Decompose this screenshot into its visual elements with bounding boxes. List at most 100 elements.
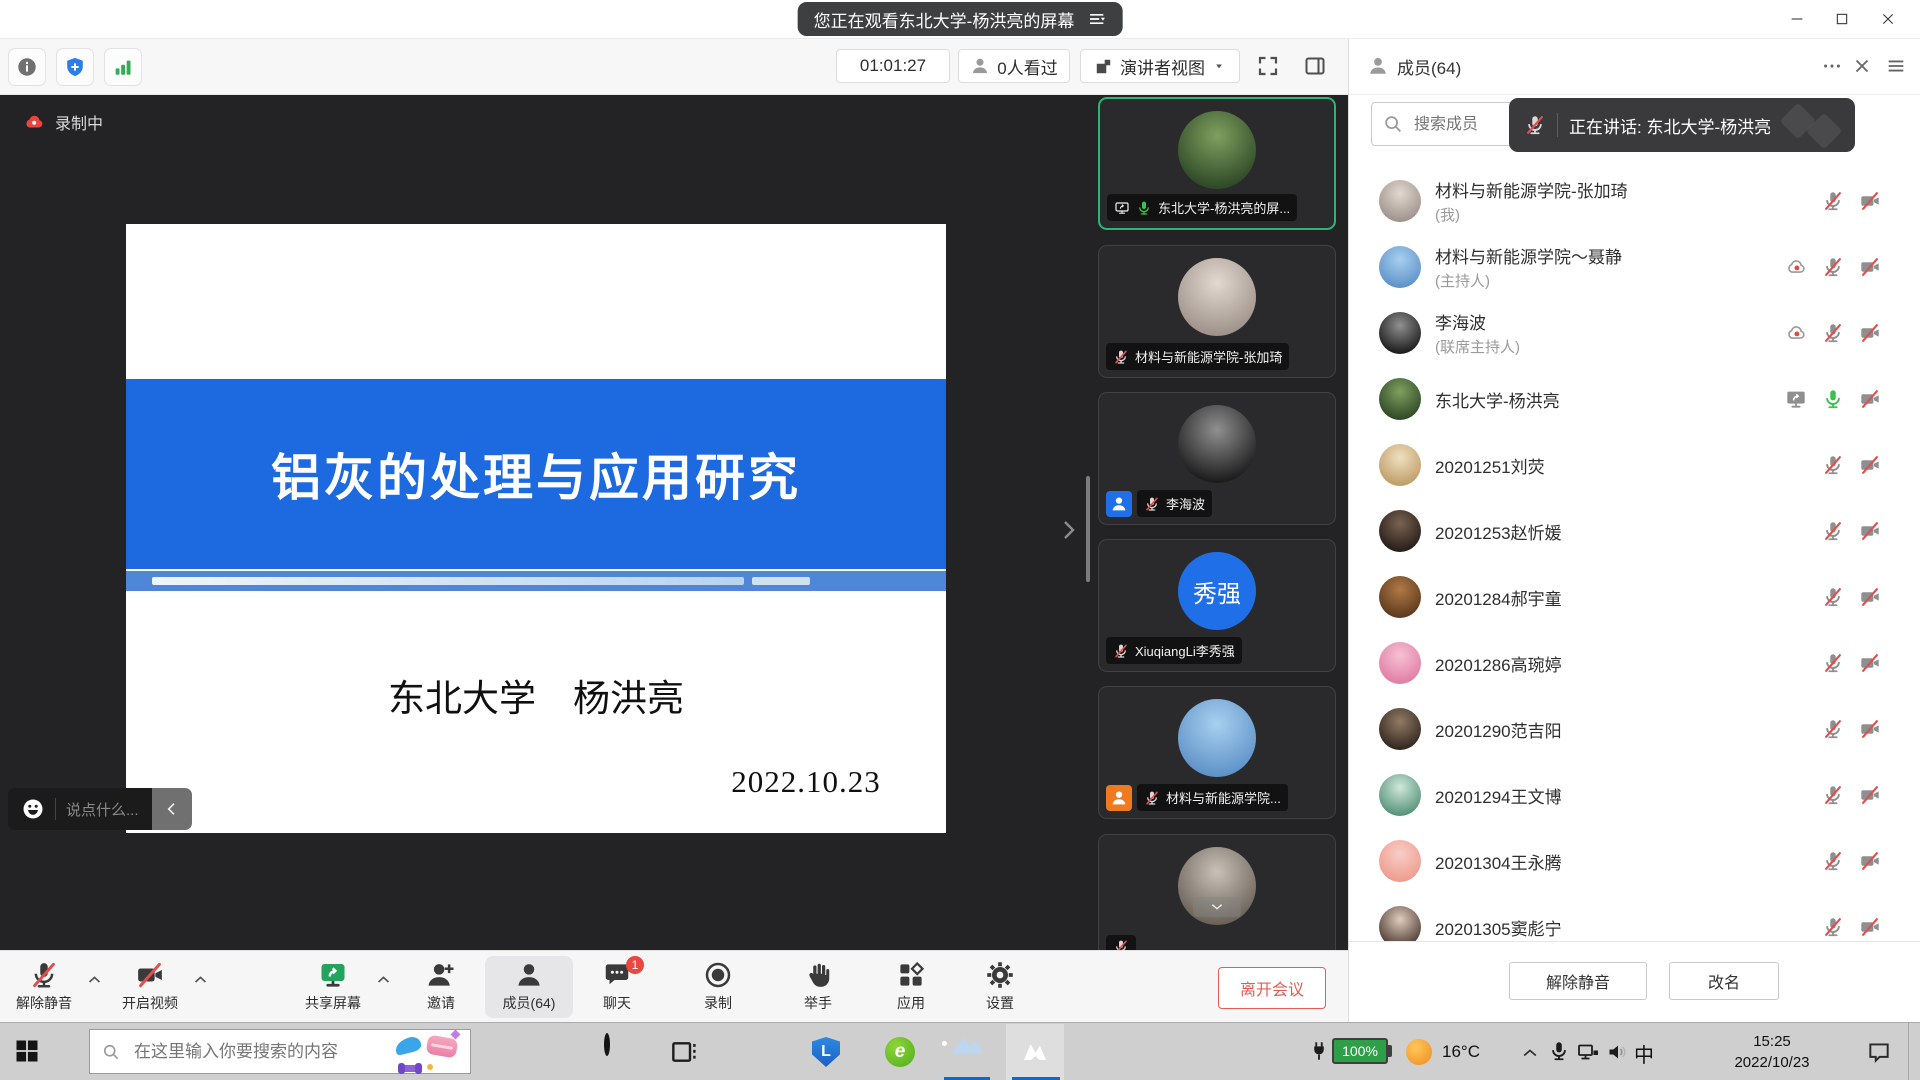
member-row[interactable]: 20201284郝宇童 [1349,564,1920,630]
unmute-button[interactable]: 解除静音 [1509,962,1647,1000]
screen-share-white-icon [1114,200,1130,216]
mic-muted-white-icon [1113,939,1129,950]
lenovo-shield-button[interactable]: L [810,1036,842,1068]
edge-browser-button[interactable] [740,1036,772,1068]
member-row[interactable]: 20201290范吉阳 [1349,696,1920,762]
share-screen-button[interactable]: 共享屏幕 [289,956,377,1018]
member-row[interactable]: 20201251刘荧 [1349,432,1920,498]
member-row[interactable]: 20201304王永腾 [1349,828,1920,894]
close-button[interactable] [1866,0,1910,37]
members-button[interactable]: 成员(64) [485,956,573,1018]
invite-button[interactable]: 邀请 [397,956,485,1018]
maximize-button[interactable] [1820,0,1864,37]
member-row[interactable]: 材料与新能源学院～聂静(主持人) [1349,234,1920,300]
photos-app-button[interactable] [951,1036,983,1068]
taskbar-search-box[interactable] [89,1029,471,1074]
member-status-icons [1822,520,1881,542]
member-status-icons [1822,586,1881,608]
action-center-icon[interactable] [1866,1039,1892,1065]
member-name: 20201290范吉阳 [1435,717,1562,742]
leave-meeting-button[interactable]: 离开会议 [1218,967,1326,1009]
raise-hand-button[interactable]: 举手 [774,956,862,1018]
emoji-icon[interactable] [21,797,45,821]
meeting-app-button[interactable] [1019,1036,1051,1068]
avatar [1379,906,1421,941]
member-row[interactable]: 材料与新能源学院-张加琦(我) [1349,168,1920,234]
mic-muted-icon [1822,256,1844,278]
task-view-button[interactable] [668,1036,700,1068]
chat-button[interactable]: 聊天1 [573,956,661,1018]
temperature-label[interactable]: 16°C [1442,1042,1480,1062]
chat-collapse-button[interactable] [152,788,192,830]
video-thumbnail[interactable]: 东北大学-杨洪亮的屏... [1098,97,1336,230]
member-row[interactable]: 李海波(联席主持人) [1349,300,1920,366]
members-icon [1367,55,1389,77]
member-name: 20201251刘荧 [1435,453,1545,478]
video-thumbnail[interactable] [1098,834,1336,950]
members-menu-icon[interactable] [1885,55,1907,77]
video-thumbnail[interactable]: 材料与新能源学院-张加琦 [1098,245,1336,378]
show-desktop-button[interactable] [1908,1023,1909,1080]
chevron-up-icon[interactable] [375,971,392,988]
member-name: 20201284郝宇童 [1435,585,1562,610]
minimize-button[interactable] [1775,0,1819,37]
browser-360-button[interactable]: e [884,1036,916,1068]
clock[interactable]: 15:25 2022/10/23 [1712,1031,1832,1073]
battery-indicator[interactable]: 100% [1308,1038,1392,1064]
members-close-icon[interactable] [1851,55,1873,77]
record-icon [703,960,733,990]
thumbnails-collapse-arrow[interactable] [1056,510,1080,550]
unmute-button[interactable]: 解除静音 [0,956,88,1018]
member-row[interactable]: 20201305窦彪宁 [1349,894,1920,941]
member-name: 20201253赵忻媛 [1435,519,1562,544]
apps-button[interactable]: 应用 [867,956,955,1018]
banner-menu-icon[interactable] [1086,9,1106,29]
meeting-info-button[interactable] [8,48,46,86]
member-name: 20201304王永腾 [1435,849,1562,874]
settings-button[interactable]: 设置 [956,956,1044,1018]
member-row[interactable]: 东北大学-杨洪亮 [1349,366,1920,432]
fullscreen-button[interactable] [1251,51,1285,81]
video-thumbnail[interactable]: 材料与新能源学院... [1098,686,1336,819]
cam-muted-big-icon [135,960,165,990]
member-row[interactable]: 20201253赵忻媛 [1349,498,1920,564]
chat-button-label: 聊天 [603,993,631,1013]
record-button[interactable]: 录制 [674,956,762,1018]
members-more-icon[interactable] [1821,55,1843,77]
cam-muted-icon [1859,388,1881,410]
rename-button[interactable]: 改名 [1669,962,1779,1000]
member-info: 材料与新能源学院-张加琦(我) [1435,177,1628,225]
video-thumbnail[interactable]: 秀强XiuqiangLi李秀强 [1098,539,1336,672]
start-button[interactable] [13,1037,41,1065]
ime-indicator[interactable]: 中 [1634,1039,1654,1068]
mic-muted-white-icon [1144,496,1160,512]
scroll-more-videos-button[interactable] [1193,897,1241,917]
tray-chevron-up-icon[interactable] [1520,1043,1540,1063]
chevron-up-icon[interactable] [192,971,209,988]
avatar [1379,246,1421,288]
member-row[interactable]: 20201286高琬婷 [1349,630,1920,696]
apps-icon [896,960,926,990]
viewers-counter[interactable]: 0人看过 [958,49,1070,83]
member-row[interactable]: 20201294王文博 [1349,762,1920,828]
security-button[interactable] [56,48,94,86]
cortana-button[interactable] [601,1036,633,1068]
start-video-button[interactable]: 开启视频 [106,956,194,1018]
windows-taskbar: L e 100% 16°C 中 15:25 2022/10/23 [0,1022,1920,1080]
view-mode-dropdown[interactable]: 演讲者视图 [1080,49,1240,83]
member-name: 材料与新能源学院～聂静 [1435,243,1622,268]
taskbar-search-input[interactable] [132,1041,384,1063]
thumbnails-scrollbar[interactable] [1086,476,1090,582]
tray-microphone-icon[interactable] [1548,1040,1570,1062]
network-quality-button[interactable] [104,48,142,86]
quick-chat-input[interactable]: 说点什么... [8,788,152,830]
side-panel-toggle-button[interactable] [1298,51,1332,81]
search-highlight-graphic [395,1031,459,1073]
tray-speaker-icon[interactable] [1606,1040,1630,1064]
watching-screen-banner[interactable]: 您正在观看东北大学-杨洪亮的屏幕 [798,2,1123,36]
tray-network-icon[interactable] [1576,1040,1600,1064]
timer-value: 01:01:27 [860,56,926,76]
video-thumbnail[interactable]: 李海波 [1098,392,1336,525]
chevron-up-icon[interactable] [86,971,103,988]
weather-sun-icon[interactable] [1406,1039,1432,1065]
